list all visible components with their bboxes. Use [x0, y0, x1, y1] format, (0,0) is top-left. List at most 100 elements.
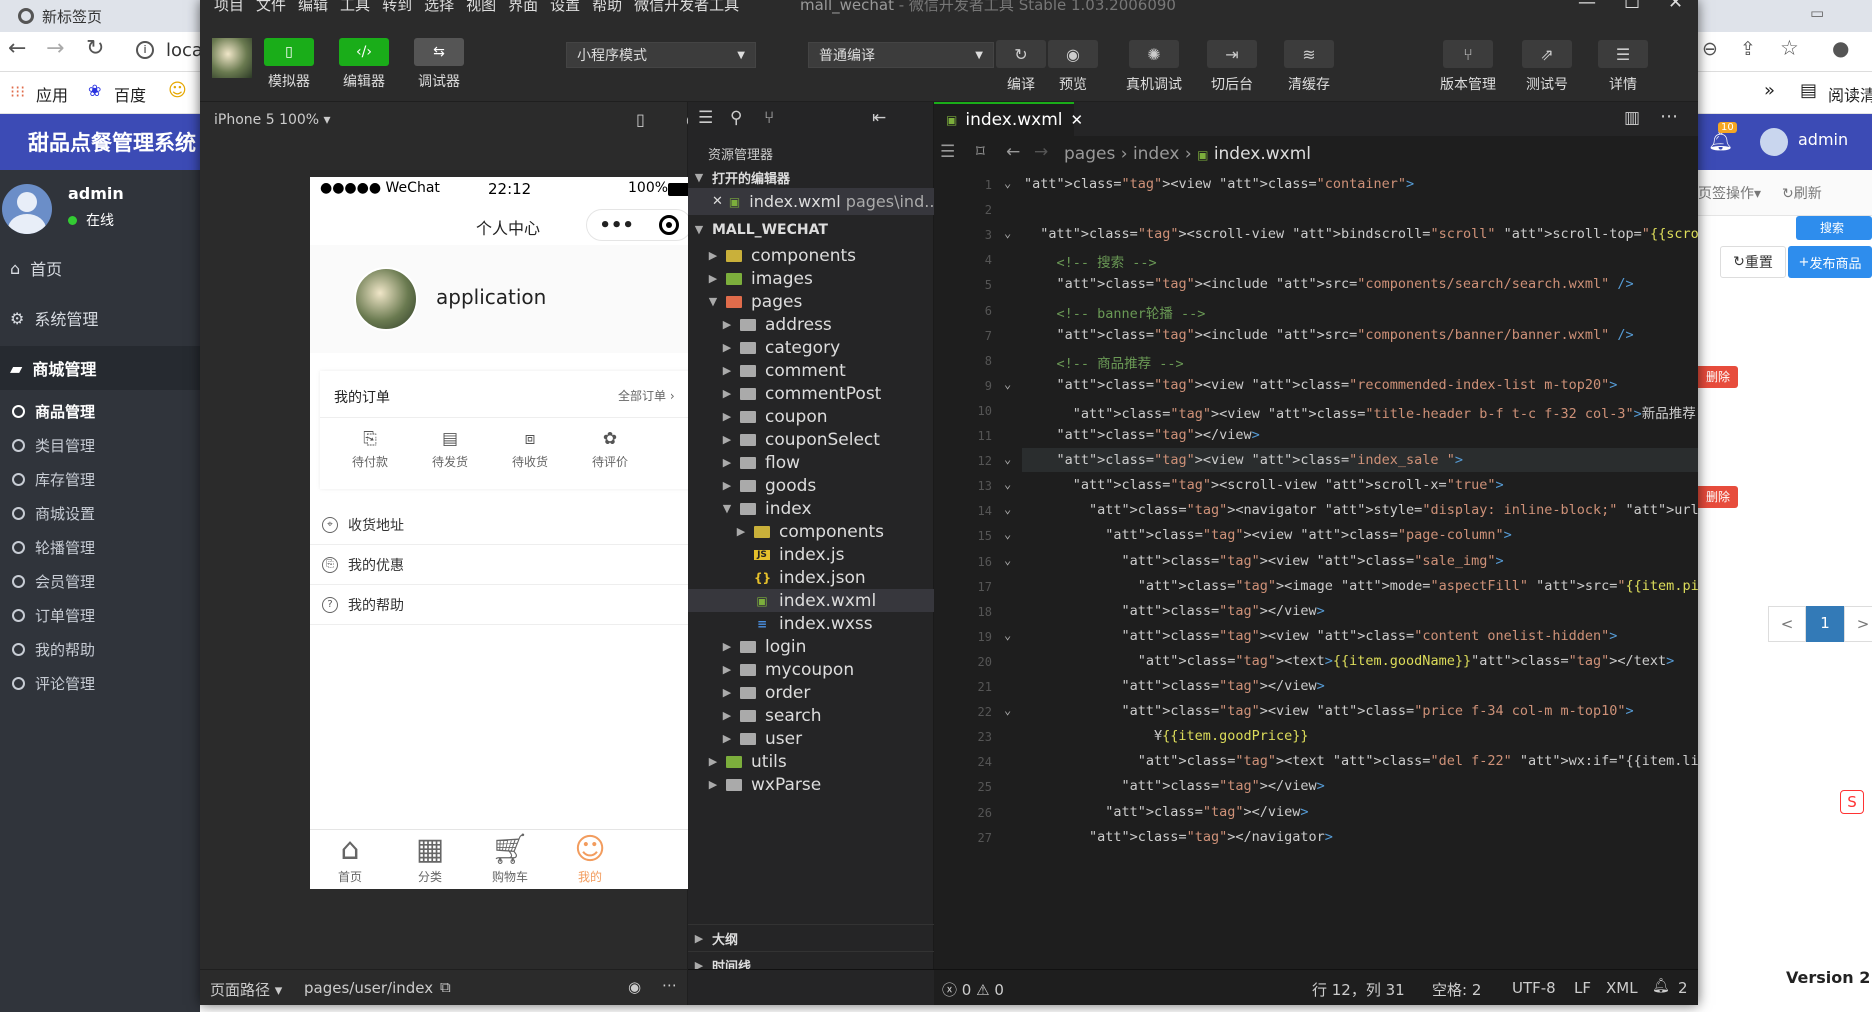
tree-item-11[interactable]: ▼ index	[688, 497, 934, 520]
admin-submenu-item-6[interactable]: 订单管理	[0, 598, 200, 632]
share-icon[interactable]: ⇪	[1740, 38, 1756, 60]
close-icon[interactable]: ✕	[1668, 0, 1683, 13]
profile-menu-row-2[interactable]: ?我的帮助›	[310, 585, 710, 625]
tree-item-19[interactable]: ▶ order	[688, 681, 934, 704]
editor-tab-index-wxml[interactable]: ▣ index.wxml ✕	[934, 102, 1083, 136]
test-account-button[interactable]: ⇗ 测试号	[1522, 40, 1572, 94]
back-icon[interactable]: ←	[8, 36, 26, 61]
minimize-icon[interactable]: —	[1578, 0, 1596, 13]
order-state-3[interactable]: ✿ 待评价	[570, 429, 650, 470]
cursor-position[interactable]: 行 12，列 31	[1312, 979, 1405, 1000]
project-avatar[interactable]	[212, 38, 252, 78]
background-button[interactable]: ⇥ 切后台	[1207, 40, 1257, 94]
tree-item-18[interactable]: ▶ mycoupon	[688, 658, 934, 681]
admin-submenu-item-7[interactable]: 我的帮助	[0, 632, 200, 666]
menu-item-7[interactable]: 界面	[508, 0, 538, 15]
tree-item-2[interactable]: ▼ pages	[688, 290, 934, 313]
menu-item-6[interactable]: 视图	[466, 0, 496, 15]
menu-item-1[interactable]: 文件	[256, 0, 286, 15]
admin-submenu-item-5[interactable]: 会员管理	[0, 564, 200, 598]
more-actions-icon[interactable]: ⋯	[1660, 106, 1678, 127]
compile-button[interactable]: ↻ 编译	[996, 40, 1046, 94]
tree-item-3[interactable]: ▶ address	[688, 313, 934, 336]
delete-button-1[interactable]: 删除	[1698, 366, 1738, 388]
copy-icon[interactable]: ⧉	[440, 978, 451, 996]
compile-mode-select[interactable]: 普通编译 ▼	[808, 42, 994, 68]
tree-item-16[interactable]: ≡ index.wxss	[688, 612, 934, 635]
reading-list-icon[interactable]: ▤	[1800, 80, 1817, 101]
maximize-icon[interactable]: ☐	[1624, 0, 1640, 13]
apps-icon[interactable]: ⁝⁝⁝	[10, 82, 25, 101]
tree-item-15[interactable]: ▣ index.wxml	[688, 589, 934, 612]
fold-chevron-icon[interactable]: ⌄	[1004, 377, 1011, 391]
real-debug-button[interactable]: ✺ 真机调试	[1126, 40, 1182, 94]
clear-cache-button[interactable]: ≋ 清缓存	[1284, 40, 1334, 94]
tree-item-9[interactable]: ▶ flow	[688, 451, 934, 474]
fold-chevron-icon[interactable]: ⌄	[1004, 452, 1011, 466]
forward-icon[interactable]: →	[1034, 142, 1048, 162]
browser-tab[interactable]: 新标签页	[8, 0, 112, 32]
outline-icon[interactable]: ☰	[940, 142, 955, 162]
tree-item-17[interactable]: ▶ login	[688, 635, 934, 658]
all-orders-link[interactable]: 全部订单 ›	[618, 387, 675, 404]
menu-item-8[interactable]: 设置	[550, 0, 580, 15]
fold-chevron-icon[interactable]: ⌄	[1004, 477, 1011, 491]
open-editors-header[interactable]: ▼ 打开的编辑器	[688, 164, 934, 191]
tab-1[interactable]: ▦ 分类	[390, 832, 470, 885]
back-icon[interactable]: ←	[1006, 142, 1020, 162]
phone-icon[interactable]: ▯	[636, 110, 645, 129]
mode-select[interactable]: 小程序模式 ▼	[566, 42, 756, 68]
outline-header[interactable]: ▶ 大纲	[688, 924, 934, 951]
profile-icon[interactable]: ●	[1832, 36, 1849, 60]
tree-item-23[interactable]: ▶ wxParse	[688, 773, 934, 796]
breadcrumb-pages[interactable]: pages	[1064, 144, 1115, 164]
tab-3[interactable]: ☺ 我的	[550, 832, 630, 885]
close-icon[interactable]: ✕	[712, 194, 723, 209]
order-state-2[interactable]: ⧈ 待收货	[490, 429, 570, 470]
menu-item-2[interactable]: 编辑	[298, 0, 328, 15]
breadcrumb-file[interactable]: index.wxml	[1214, 144, 1311, 164]
menu-item-3[interactable]: 工具	[340, 0, 370, 15]
breadcrumb-index[interactable]: index	[1133, 144, 1180, 164]
fold-chevron-icon[interactable]: ⌄	[1004, 553, 1011, 567]
publish-goods-button[interactable]: + 发布商品	[1788, 246, 1872, 278]
profile-menu-row-1[interactable]: ⎘我的优惠›	[310, 545, 710, 585]
branch-icon[interactable]: ⑂	[764, 108, 774, 128]
reload-icon[interactable]: ↻	[86, 36, 104, 61]
capsule-menu[interactable]: •••	[586, 209, 692, 241]
fold-chevron-icon[interactable]: ⌄	[1004, 703, 1011, 717]
admin-submenu-item-0[interactable]: 商品管理	[0, 394, 200, 428]
simulator-button[interactable]: ▯ 模拟器	[264, 38, 314, 91]
more-bookmarks-icon[interactable]: »	[1764, 80, 1775, 101]
tree-item-20[interactable]: ▶ search	[688, 704, 934, 727]
page-path-select[interactable]: 页面路径 ▾	[210, 979, 282, 1000]
debugger-button[interactable]: ⇆ 调试器	[414, 38, 464, 91]
editor-button[interactable]: ‹/› 编辑器	[339, 38, 389, 91]
more-icon[interactable]: •••	[599, 215, 634, 236]
tree-item-14[interactable]: {} index.json	[688, 566, 934, 589]
tree-item-10[interactable]: ▶ goods	[688, 474, 934, 497]
fold-chevron-icon[interactable]: ⌄	[1004, 527, 1011, 541]
tree-item-5[interactable]: ▶ comment	[688, 359, 934, 382]
menu-item-4[interactable]: 转到	[382, 0, 412, 15]
page-next-button[interactable]: >	[1844, 606, 1872, 642]
menu-item-0[interactable]: 项目	[214, 0, 244, 15]
page-1-button[interactable]: 1	[1806, 606, 1844, 642]
more-icon[interactable]: ⋯	[662, 976, 677, 994]
tree-item-0[interactable]: ▶ components	[688, 244, 934, 267]
target-icon[interactable]	[658, 215, 679, 235]
reading-list-label[interactable]: 阅读清	[1828, 82, 1872, 106]
device-select[interactable]: iPhone 5 100% ▾	[214, 112, 331, 128]
refresh-button[interactable]: ↻刷新	[1782, 183, 1822, 203]
tree-item-6[interactable]: ▶ commentPost	[688, 382, 934, 405]
close-tab-icon[interactable]: ✕	[1071, 111, 1084, 129]
collapse-icon[interactable]: ⇤	[872, 108, 886, 128]
code-editor[interactable]: 1 ⌄ "att">class="tag"><view "att">class="c…	[934, 170, 1698, 969]
bookmark-baidu[interactable]: 百度	[114, 82, 146, 106]
version-mgmt-button[interactable]: ⑂ 版本管理	[1440, 40, 1496, 94]
tab-2[interactable]: 🛒︎ 购物车	[470, 832, 550, 885]
bookmark-icon[interactable]: ⌑	[976, 142, 985, 162]
fold-chevron-icon[interactable]: ⌄	[1004, 176, 1011, 190]
menu-item-9[interactable]: 帮助	[592, 0, 622, 15]
tab-ops-button[interactable]: 页签操作▾	[1698, 183, 1761, 203]
